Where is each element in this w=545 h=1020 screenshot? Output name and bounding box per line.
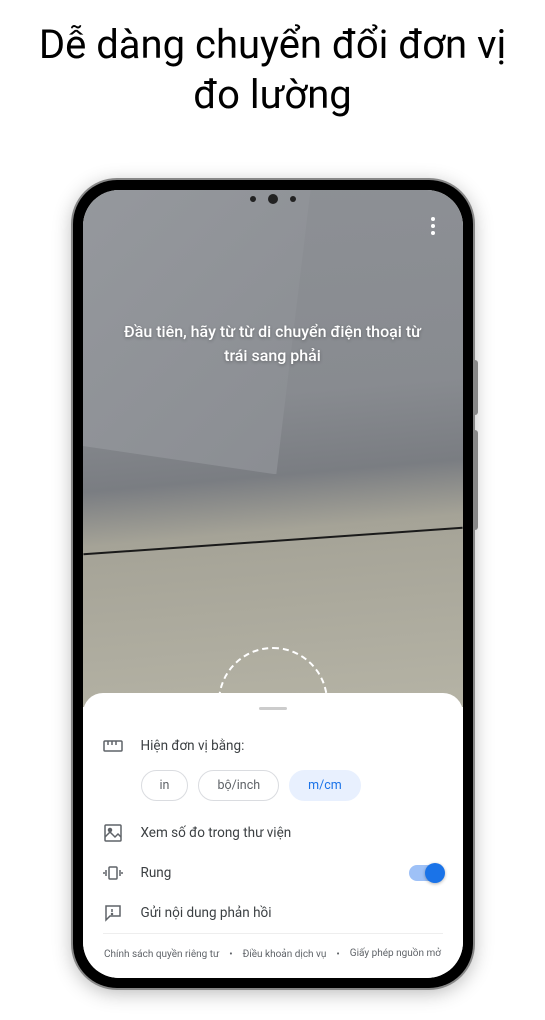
unit-chip-mcm[interactable]: m/cm	[289, 770, 361, 801]
settings-sheet: Hiện đơn vị bằng: in bộ/inch m/cm Xem số…	[83, 693, 463, 978]
feedback-label: Gửi nội dung phản hồi	[141, 905, 443, 921]
sheet-handle[interactable]	[259, 707, 287, 710]
footer-terms[interactable]: Điều khoản dịch vụ	[243, 949, 327, 960]
camera-instruction: Đầu tiên, hãy từ từ di chuyển điện thoại…	[83, 320, 463, 368]
vibrate-row: Rung	[103, 853, 443, 893]
footer-privacy[interactable]: Chính sách quyền riêng tư	[104, 949, 219, 960]
phone-screen: Đầu tiên, hãy từ từ di chuyển điện thoại…	[83, 190, 463, 978]
feedback-icon	[103, 903, 123, 923]
unit-chips: in bộ/inch m/cm	[141, 770, 443, 801]
unit-chip-in[interactable]: in	[141, 770, 189, 801]
feedback-row[interactable]: Gửi nội dung phản hồi	[103, 893, 443, 933]
vibrate-icon	[103, 863, 123, 883]
more-icon[interactable]	[421, 214, 445, 238]
gallery-row[interactable]: Xem số đo trong thư viện	[103, 813, 443, 853]
gallery-label: Xem số đo trong thư viện	[141, 825, 443, 841]
vibrate-label: Rung	[141, 865, 391, 881]
footer-links: Chính sách quyền riêng tư • Điều khoản d…	[103, 933, 443, 978]
units-row: Hiện đơn vị bằng:	[103, 726, 443, 766]
unit-chip-ftinch[interactable]: bộ/inch	[198, 770, 279, 801]
gallery-icon	[103, 823, 123, 843]
footer-license[interactable]: Giấy phép nguồn mở	[350, 948, 441, 960]
phone-mockup: Đầu tiên, hãy từ từ di chuyển điện thoại…	[73, 180, 473, 988]
camera-view: Đầu tiên, hãy từ từ di chuyển điện thoại…	[83, 190, 463, 707]
vibrate-toggle[interactable]	[409, 865, 443, 881]
ruler-icon	[103, 736, 123, 756]
units-label: Hiện đơn vị bằng:	[141, 738, 443, 754]
page-headline: Dễ dàng chuyển đổi đơn vị đo lường	[0, 20, 545, 120]
